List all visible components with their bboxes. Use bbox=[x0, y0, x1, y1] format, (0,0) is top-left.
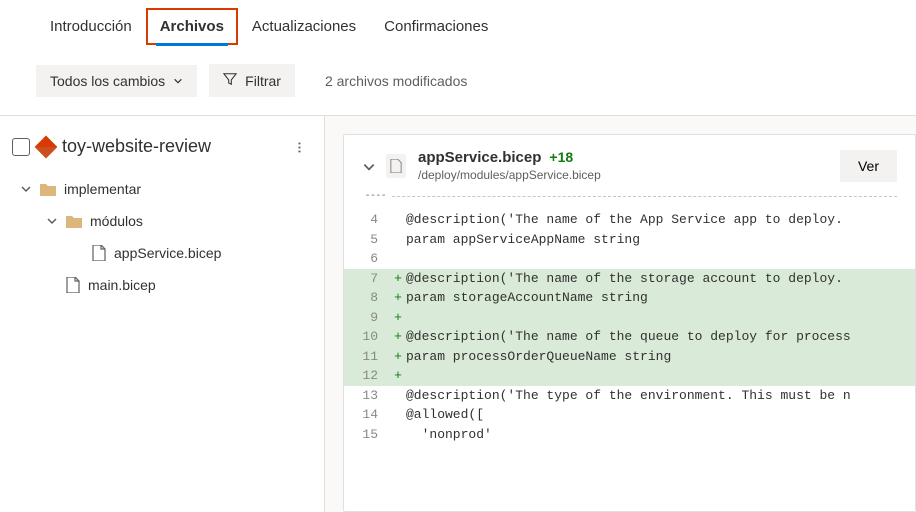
code-line: 5 param appServiceAppName string bbox=[344, 230, 915, 250]
file-tree-sidebar: toy-website-review ··· implementar bbox=[0, 116, 325, 512]
all-changes-dropdown[interactable]: Todos los cambios bbox=[36, 65, 197, 97]
diff-gutter bbox=[390, 249, 406, 269]
diff-gutter: + bbox=[390, 366, 406, 386]
tabs-bar: Introducción Archivos Actualizaciones Co… bbox=[0, 0, 916, 46]
tree-file[interactable]: appService.bicep bbox=[68, 237, 324, 269]
line-number: 5 bbox=[344, 230, 390, 250]
file-label: appService.bicep bbox=[114, 245, 221, 261]
code-text: @description('The name of the App Servic… bbox=[406, 210, 915, 230]
diff-gutter: + bbox=[390, 327, 406, 347]
tree-folder[interactable]: implementar bbox=[16, 173, 324, 205]
code-text bbox=[406, 308, 915, 328]
chevron-down-icon bbox=[173, 76, 183, 86]
tab-intro[interactable]: Introducción bbox=[36, 8, 146, 45]
code-line: 10+@description('The name of the queue t… bbox=[344, 327, 915, 347]
diff-gutter bbox=[390, 405, 406, 425]
diff-skip-marker: ---- bbox=[362, 196, 897, 210]
code-line: 6 bbox=[344, 249, 915, 269]
file-label: main.bicep bbox=[88, 277, 156, 293]
view-button[interactable]: Ver bbox=[840, 150, 897, 182]
diff-gutter bbox=[390, 230, 406, 250]
code-line: 8+param storageAccountName string bbox=[344, 288, 915, 308]
file-icon bbox=[92, 245, 106, 261]
repo-icon bbox=[35, 135, 58, 158]
chevron-down-icon bbox=[46, 215, 58, 227]
diff-gutter bbox=[390, 386, 406, 406]
diff-additions: +18 bbox=[549, 149, 573, 165]
line-number: 4 bbox=[344, 210, 390, 230]
code-text bbox=[406, 366, 915, 386]
tree-file[interactable]: main.bicep bbox=[42, 269, 324, 301]
line-number: 13 bbox=[344, 386, 390, 406]
tab-updates[interactable]: Actualizaciones bbox=[238, 8, 370, 45]
line-number: 9 bbox=[344, 308, 390, 328]
line-number: 14 bbox=[344, 405, 390, 425]
line-number: 15 bbox=[344, 425, 390, 445]
chevron-down-icon bbox=[20, 183, 32, 195]
line-number: 6 bbox=[344, 249, 390, 269]
file-header: appService.bicep +18 /deploy/modules/app… bbox=[344, 135, 915, 196]
all-changes-label: Todos los cambios bbox=[50, 73, 165, 89]
folder-icon bbox=[40, 183, 56, 196]
code-text: param storageAccountName string bbox=[406, 288, 915, 308]
code-line: 11+param processOrderQueueName string bbox=[344, 347, 915, 367]
diff-panel: appService.bicep +18 /deploy/modules/app… bbox=[325, 116, 916, 512]
code-text: @description('The name of the queue to d… bbox=[406, 327, 915, 347]
file-icon bbox=[66, 277, 80, 293]
code-diff: 4 @description('The name of the App Servi… bbox=[344, 210, 915, 444]
file-name: appService.bicep bbox=[418, 149, 541, 166]
code-line: 7+@description('The name of the storage … bbox=[344, 269, 915, 289]
diff-gutter: + bbox=[390, 269, 406, 289]
code-text: @description('The name of the storage ac… bbox=[406, 269, 915, 289]
diff-gutter: + bbox=[390, 308, 406, 328]
diff-gutter bbox=[390, 210, 406, 230]
diff-gutter: + bbox=[390, 347, 406, 367]
file-diff-card: appService.bicep +18 /deploy/modules/app… bbox=[343, 134, 916, 512]
folder-icon bbox=[66, 215, 82, 228]
diff-gutter: + bbox=[390, 288, 406, 308]
code-line: 9+ bbox=[344, 308, 915, 328]
filter-button[interactable]: Filtrar bbox=[209, 64, 295, 97]
code-line: 14 @allowed([ bbox=[344, 405, 915, 425]
tree-root-row[interactable]: toy-website-review ··· bbox=[0, 132, 324, 161]
file-tree: implementar módulos bbox=[0, 161, 324, 301]
code-line: 15 'nonprod' bbox=[344, 425, 915, 445]
more-icon[interactable]: ··· bbox=[290, 135, 311, 159]
line-number: 10 bbox=[344, 327, 390, 347]
line-number: 12 bbox=[344, 366, 390, 386]
document-icon bbox=[386, 154, 406, 178]
folder-label: módulos bbox=[90, 213, 143, 229]
code-text bbox=[406, 249, 915, 269]
toolbar: Todos los cambios Filtrar 2 archivos mod… bbox=[0, 46, 916, 115]
code-text: 'nonprod' bbox=[406, 425, 915, 445]
code-line: 4 @description('The name of the App Servi… bbox=[344, 210, 915, 230]
file-path: /deploy/modules/appService.bicep bbox=[418, 168, 828, 182]
repo-name: toy-website-review bbox=[62, 136, 280, 157]
filter-label: Filtrar bbox=[245, 73, 281, 89]
tab-files[interactable]: Archivos bbox=[146, 8, 238, 45]
code-line: 13 @description('The type of the environm… bbox=[344, 386, 915, 406]
tree-checkbox[interactable] bbox=[12, 138, 30, 156]
line-number: 11 bbox=[344, 347, 390, 367]
diff-gutter bbox=[390, 425, 406, 445]
code-text: param processOrderQueueName string bbox=[406, 347, 915, 367]
code-line: 12+ bbox=[344, 366, 915, 386]
code-text: param appServiceAppName string bbox=[406, 230, 915, 250]
folder-label: implementar bbox=[64, 181, 141, 197]
filter-icon bbox=[223, 72, 237, 89]
line-number: 7 bbox=[344, 269, 390, 289]
tree-folder[interactable]: módulos bbox=[42, 205, 324, 237]
files-summary: 2 archivos modificados bbox=[325, 73, 467, 89]
line-number: 8 bbox=[344, 288, 390, 308]
content: toy-website-review ··· implementar bbox=[0, 115, 916, 512]
code-text: @description('The type of the environmen… bbox=[406, 386, 915, 406]
tab-confirmations[interactable]: Confirmaciones bbox=[370, 8, 502, 45]
code-text: @allowed([ bbox=[406, 405, 915, 425]
chevron-down-icon[interactable] bbox=[362, 160, 374, 172]
